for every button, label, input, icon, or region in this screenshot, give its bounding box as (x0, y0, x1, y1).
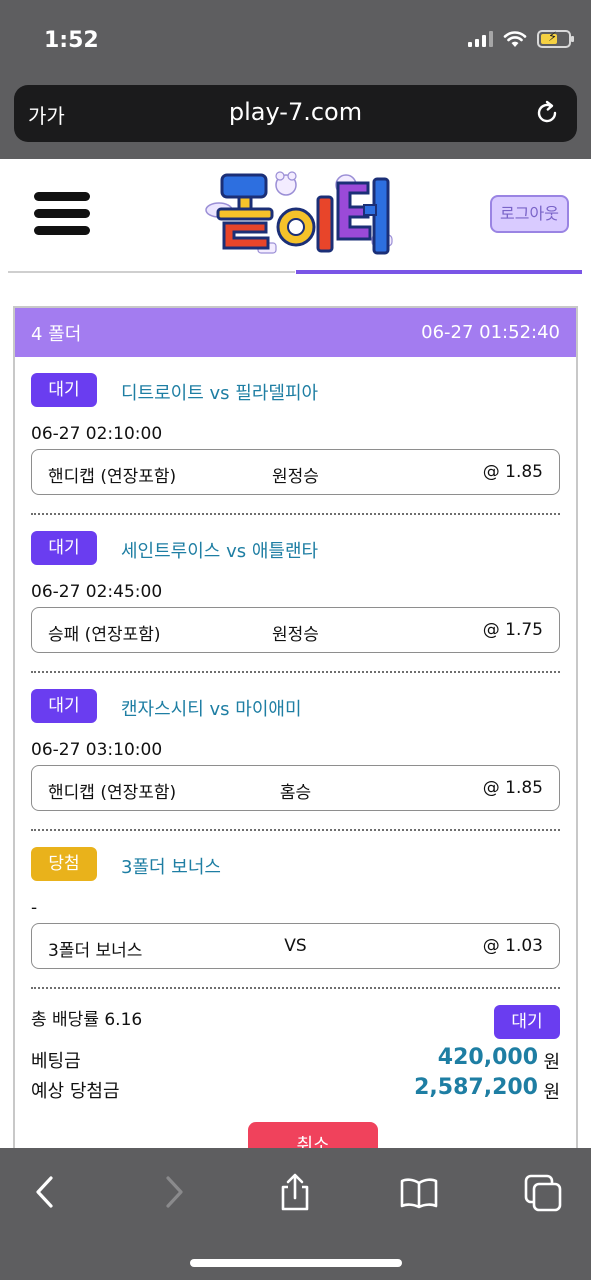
match-title: 세인트루이스 vs 애틀랜타 (121, 541, 319, 562)
bet-item-bonus: 당첨 3폴더 보너스 - 3폴더 보너스 VS @ 1.03 (31, 831, 560, 989)
logout-button[interactable]: 로그아웃 (490, 195, 569, 233)
battery-icon: ⚡ (537, 30, 574, 48)
site-logo[interactable] (196, 165, 396, 261)
odds-label: @ 1.85 (482, 462, 543, 482)
bet-selection: 승패 (연장포함) 원정승 @ 1.75 (31, 607, 560, 653)
expected-win-label: 예상 당첨금 (31, 1081, 120, 1102)
pick-label: 원정승 (272, 467, 319, 487)
status-badge: 대기 (31, 531, 97, 565)
total-odds: 총 배당률 6.16 (31, 1010, 143, 1030)
menu-icon-bar (34, 226, 90, 235)
share-icon[interactable] (275, 1172, 315, 1212)
match-time: - (31, 898, 38, 918)
match-time: 06-27 02:45:00 (31, 582, 163, 602)
forward-icon (166, 1176, 183, 1208)
bet-item: 대기 디트로이트 vs 필라델피아 06-27 02:10:00 핸디캡 (연장… (31, 357, 560, 515)
summary-status-badge: 대기 (494, 1005, 560, 1039)
bet-selection: 핸디캡 (연장포함) 홈승 @ 1.85 (31, 765, 560, 811)
wifi-icon (503, 31, 527, 47)
bet-summary: 총 배당률 6.16 대기 베팅금 420,000 원 예상 당첨금 2,587… (31, 989, 560, 1172)
bet-amount-value: 420,000 (437, 1045, 538, 1070)
bet-amount-label: 베팅금 (31, 1051, 81, 1072)
match-title: 캔자스시티 vs 마이애미 (121, 699, 302, 720)
match-title: 3폴더 보너스 (121, 857, 221, 878)
tabs-icon[interactable] (523, 1172, 563, 1212)
status-icons: ⚡ (468, 30, 574, 48)
status-badge: 대기 (31, 689, 97, 723)
tab-underline-active (296, 270, 582, 274)
match-time: 06-27 03:10:00 (31, 740, 163, 760)
folder-count: 4 폴더 (31, 323, 82, 345)
bet-slip-header: 4 폴더 06-27 01:52:40 (15, 308, 576, 357)
bet-slip-card: 4 폴더 06-27 01:52:40 대기 디트로이트 vs 필라델피아 06… (13, 306, 578, 1172)
address-bar[interactable]: 가가 play-7.com (14, 85, 577, 142)
bet-item: 대기 세인트루이스 vs 애틀랜타 06-27 02:45:00 승패 (연장포… (31, 515, 560, 673)
odds-label: @ 1.85 (482, 778, 543, 798)
status-time: 1:52 (44, 28, 99, 53)
expected-win-unit: 원 (543, 1082, 560, 1103)
menu-icon-bar (34, 192, 90, 201)
menu-button[interactable] (34, 192, 90, 236)
pick-label: 홈승 (279, 783, 312, 803)
home-indicator (190, 1259, 402, 1267)
match-title: 디트로이트 vs 필라델피아 (121, 383, 319, 404)
bookmarks-icon[interactable] (399, 1172, 439, 1212)
reload-icon[interactable] (533, 99, 561, 127)
menu-icon-bar (34, 209, 90, 218)
bet-item: 대기 캔자스시티 vs 마이애미 06-27 03:10:00 핸디캡 (연장포… (31, 673, 560, 831)
match-time: 06-27 02:10:00 (31, 424, 163, 444)
status-badge: 대기 (31, 373, 97, 407)
url-text[interactable]: play-7.com (14, 98, 577, 126)
browser-chrome-top: 1:52 ⚡ 가가 play-7.com (0, 0, 591, 159)
back-icon[interactable] (26, 1172, 66, 1212)
bet-selection: 핸디캡 (연장포함) 원정승 @ 1.85 (31, 449, 560, 495)
status-badge: 당첨 (31, 847, 97, 881)
expected-win-value: 2,587,200 (414, 1075, 538, 1100)
signal-icon (468, 31, 493, 47)
site-header: 로그아웃 (0, 159, 591, 277)
bet-datetime: 06-27 01:52:40 (421, 322, 560, 343)
bet-selection: 3폴더 보너스 VS @ 1.03 (31, 923, 560, 969)
odds-label: @ 1.03 (482, 936, 543, 956)
pick-label: VS (284, 936, 307, 956)
odds-label: @ 1.75 (482, 620, 543, 640)
bet-amount-unit: 원 (543, 1052, 560, 1073)
pick-label: 원정승 (272, 625, 319, 645)
tab-underline (8, 271, 295, 273)
